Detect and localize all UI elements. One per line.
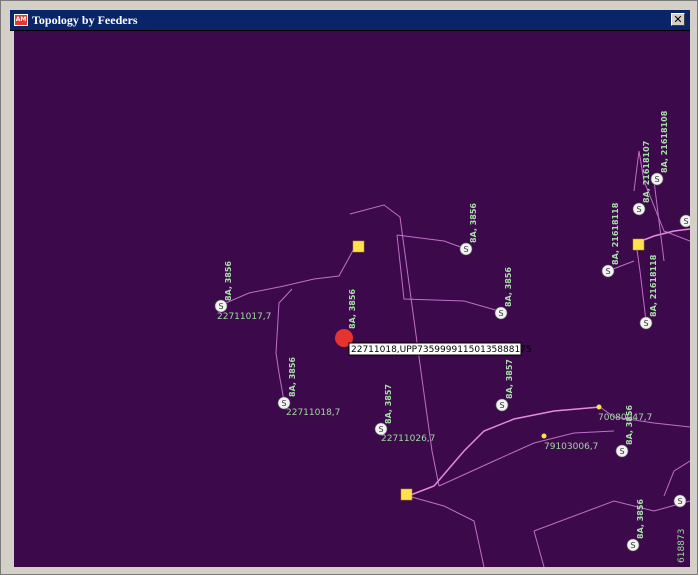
svg-text:S: S bbox=[630, 541, 635, 550]
transformer-node[interactable]: S bbox=[639, 316, 653, 330]
node-label: 8A, 21618108 bbox=[660, 110, 669, 173]
transformer-node[interactable]: S bbox=[459, 242, 473, 256]
node-label: 8A, 3856 bbox=[348, 289, 357, 329]
svg-text:S: S bbox=[619, 447, 624, 456]
title-bar[interactable]: AM Topology by Feeders ✕ bbox=[10, 10, 690, 31]
feature-label: 79103006,7 bbox=[544, 442, 598, 452]
substation-marker[interactable] bbox=[352, 240, 365, 253]
node-label: 8A, 3856 bbox=[224, 261, 233, 301]
substation-marker[interactable] bbox=[400, 488, 413, 501]
svg-text:S: S bbox=[498, 309, 503, 318]
svg-text:S: S bbox=[499, 401, 504, 410]
svg-text:S: S bbox=[218, 302, 223, 311]
feature-label: 618873 bbox=[677, 529, 687, 563]
feature-label: 70080047,7 bbox=[598, 413, 652, 423]
substation-marker[interactable] bbox=[632, 238, 645, 251]
node-label: 8A, 3856 bbox=[288, 357, 297, 397]
node-label: 8A, 3857 bbox=[505, 359, 514, 399]
junction-point[interactable] bbox=[541, 433, 547, 439]
close-icon: ✕ bbox=[673, 13, 683, 26]
transformer-node[interactable]: S bbox=[615, 444, 629, 458]
svg-text:S: S bbox=[683, 217, 688, 226]
node-label: 8A, 3856 bbox=[504, 267, 513, 307]
node-labels: 8A, 3856 8A, 3856 8A, 3856 8A, 3856 8A, … bbox=[224, 110, 669, 539]
node-label: 8A, 3856 bbox=[636, 499, 645, 539]
transformer-node[interactable]: S bbox=[679, 214, 690, 228]
node-label: 8A, 21618118 bbox=[649, 254, 658, 317]
substations bbox=[352, 238, 645, 501]
feature-label: 22711017,7 bbox=[217, 312, 271, 322]
svg-text:S: S bbox=[636, 205, 641, 214]
svg-text:S: S bbox=[643, 319, 648, 328]
app-icon: AM bbox=[14, 14, 28, 26]
transformer-node[interactable]: S bbox=[601, 264, 615, 278]
transformer-node[interactable]: S bbox=[673, 494, 687, 508]
svg-text:S: S bbox=[654, 175, 659, 184]
tooltip-text: 22711018,UPP73599991150135888175 bbox=[351, 345, 532, 355]
svg-text:S: S bbox=[281, 399, 286, 408]
node-label: 8A, 3857 bbox=[384, 384, 393, 424]
topology-window: AM Topology by Feeders ✕ S S S S S S S S… bbox=[0, 0, 698, 575]
node-label: 8A, 3856 bbox=[625, 405, 634, 445]
feature-label: 22711018,7 bbox=[286, 408, 340, 418]
transformer-node[interactable]: S bbox=[632, 202, 646, 216]
svg-text:S: S bbox=[463, 245, 468, 254]
svg-text:S: S bbox=[378, 425, 383, 434]
topology-map[interactable]: S S S S S S S S S S S S S S 8A, 3856 8A,… bbox=[14, 31, 690, 567]
junction-point[interactable] bbox=[596, 404, 602, 410]
node-label: 8A, 3856 bbox=[469, 203, 478, 243]
node-tooltip: 22711018,UPP73599991150135888175 bbox=[348, 342, 532, 356]
transformer-node[interactable]: S bbox=[626, 538, 640, 552]
node-label: 8A, 21618107 bbox=[642, 141, 651, 203]
transformer-node[interactable]: S bbox=[650, 172, 664, 186]
feature-label: 22711026,7 bbox=[381, 434, 435, 444]
svg-text:S: S bbox=[677, 497, 682, 506]
transformer-node[interactable]: S bbox=[494, 306, 508, 320]
transformer-node[interactable]: S bbox=[495, 398, 509, 412]
topology-canvas[interactable]: S S S S S S S S S S S S S S 8A, 3856 8A,… bbox=[14, 31, 690, 567]
window-title: Topology by Feeders bbox=[32, 13, 138, 27]
close-button[interactable]: ✕ bbox=[671, 13, 685, 26]
svg-text:S: S bbox=[605, 267, 610, 276]
node-label: 8A, 21618118 bbox=[611, 202, 620, 265]
